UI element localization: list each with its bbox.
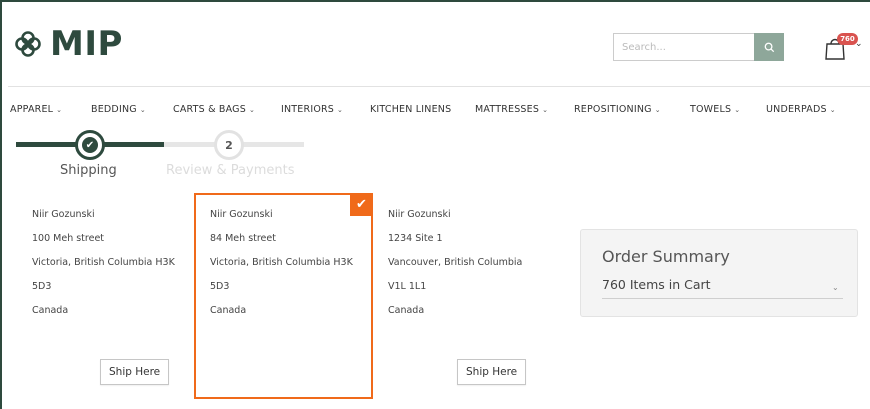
checkout-progress: ✔ 2 Shipping Review & Payments <box>8 128 308 184</box>
chevron-down-icon[interactable]: ⌄ <box>832 283 839 292</box>
nav-item-towels[interactable]: TOWELS ⌄ <box>690 104 740 115</box>
summary-divider <box>602 298 843 299</box>
address-street: 84 Meh street <box>210 233 276 244</box>
page-frame-top <box>0 0 870 2</box>
chevron-down-icon: ⌄ <box>139 105 146 114</box>
address-postal: 5D3 <box>32 281 52 292</box>
nav-item-repositioning[interactable]: REPOSITIONING ⌄ <box>574 104 661 115</box>
chevron-down-icon: ⌄ <box>56 105 63 114</box>
chevron-down-icon: ⌄ <box>734 105 741 114</box>
nav-item-carts-bags[interactable]: CARTS & BAGS ⌄ <box>173 104 255 115</box>
nav-item-interiors[interactable]: INTERIORS ⌄ <box>281 104 343 115</box>
address-city: Victoria, British Columbia H3K <box>210 257 353 268</box>
nav-item-bedding[interactable]: BEDDING ⌄ <box>91 104 146 115</box>
address-city: Vancouver, British Columbia <box>388 257 523 268</box>
logo-mark-icon <box>15 31 41 57</box>
address-card-3[interactable]: Niir Gozunski 1234 Site 1 Vancouver, Bri… <box>388 208 558 328</box>
address-city: Victoria, British Columbia H3K <box>32 257 175 268</box>
order-summary-panel: Order Summary 760 Items in Cart ⌄ <box>580 229 858 317</box>
address-card-2[interactable]: Niir Gozunski 84 Meh street Victoria, Br… <box>210 208 380 328</box>
search-button[interactable] <box>754 33 784 61</box>
step-shipping-indicator: ✔ <box>75 130 105 160</box>
nav-item-label: APPAREL <box>10 104 54 115</box>
search-icon <box>764 42 774 52</box>
address-name: Niir Gozunski <box>210 209 273 220</box>
chevron-down-icon: ⌄ <box>337 105 344 114</box>
address-postal: V1L 1L1 <box>388 281 427 292</box>
nav-item-underpads[interactable]: UNDERPADS ⌄ <box>766 104 836 115</box>
nav-item-mattresses[interactable]: MATTRESSES ⌄ <box>475 104 548 115</box>
address-name: Niir Gozunski <box>32 209 95 220</box>
search-bar <box>613 33 784 61</box>
mini-cart[interactable]: 760 ⌄ <box>824 33 868 62</box>
address-name: Niir Gozunski <box>388 209 451 220</box>
step-review-indicator: 2 <box>214 130 244 160</box>
address-country: Canada <box>388 305 425 316</box>
address-card-1[interactable]: Niir Gozunski 100 Meh street Victoria, B… <box>32 208 202 328</box>
step-review-label: Review & Payments <box>166 163 295 178</box>
search-input[interactable] <box>613 33 754 61</box>
chevron-down-icon: ⌄ <box>542 105 549 114</box>
header-divider <box>8 86 870 87</box>
address-street: 1234 Site 1 <box>388 233 443 244</box>
site-logo[interactable]: MIP <box>14 24 123 64</box>
chevron-down-icon: ⌄ <box>855 39 863 49</box>
logo-text: MIP <box>50 24 123 64</box>
nav-item-label: CARTS & BAGS <box>173 104 246 115</box>
chevron-down-icon: ⌄ <box>248 105 256 114</box>
step-shipping-label[interactable]: Shipping <box>60 163 117 178</box>
address-country: Canada <box>210 305 247 316</box>
page-frame-left <box>0 0 2 409</box>
address-postal: 5D3 <box>210 281 230 292</box>
chevron-down-icon: ⌄ <box>654 105 661 114</box>
order-summary-title: Order Summary <box>602 247 730 266</box>
ship-here-button[interactable]: Ship Here <box>100 359 170 385</box>
nav-item-label: BEDDING <box>91 104 137 115</box>
nav-item-label: MATTRESSES <box>475 104 540 115</box>
nav-item-label: TOWELS <box>690 104 732 115</box>
ship-here-button[interactable]: Ship Here <box>457 359 527 385</box>
nav-item-apparel[interactable]: APPAREL ⌄ <box>10 104 62 115</box>
nav-item-label: UNDERPADS <box>766 104 827 115</box>
nav-item-label: REPOSITIONING <box>574 104 652 115</box>
main-nav: APPAREL ⌄ BEDDING ⌄ CARTS & BAGS ⌄ INTERIOR… <box>8 104 870 120</box>
nav-item-label: INTERIORS <box>281 104 335 115</box>
nav-item-label: KITCHEN LINENS <box>370 104 452 115</box>
checkmark-icon: ✔ <box>82 137 98 153</box>
chevron-down-icon: ⌄ <box>829 105 836 114</box>
address-country: Canada <box>32 305 69 316</box>
address-street: 100 Meh street <box>32 233 105 244</box>
nav-item-kitchen-linens[interactable]: KITCHEN LINENS <box>370 104 451 115</box>
cart-items-toggle[interactable]: 760 Items in Cart <box>602 277 711 292</box>
